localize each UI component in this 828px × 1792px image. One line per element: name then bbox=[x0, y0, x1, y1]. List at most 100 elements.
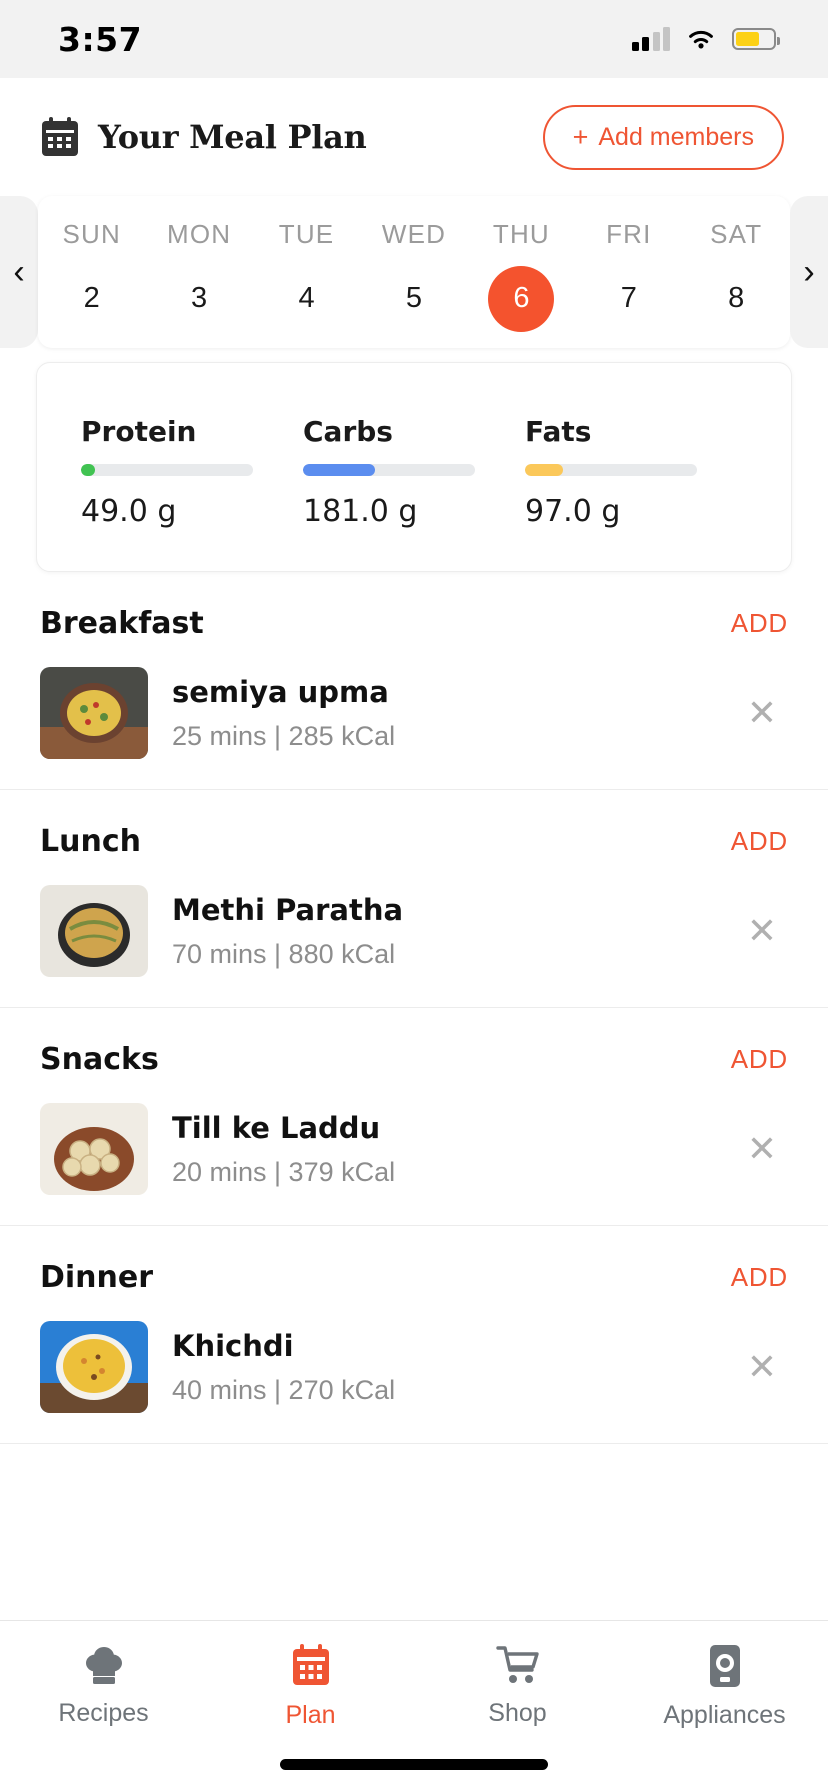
status-bar-indicators bbox=[631, 27, 780, 51]
tab-label: Plan bbox=[285, 1701, 336, 1729]
day-number: 4 bbox=[298, 282, 315, 314]
meal-item[interactable]: semiya upma 25 mins | 285 kCal ✕ bbox=[40, 667, 788, 759]
meal-name: Breakfast bbox=[40, 606, 204, 641]
day-of-week-label: TUE bbox=[278, 218, 335, 249]
meal-item-meta: 40 mins | 270 kCal bbox=[172, 1374, 396, 1405]
day-cell-sat[interactable]: SAT 8 bbox=[683, 196, 790, 348]
macro-progress-bar bbox=[303, 464, 475, 476]
meal-item-title: Till ke Laddu bbox=[172, 1110, 381, 1145]
day-number: 7 bbox=[620, 282, 637, 314]
macro-label: Fats bbox=[525, 415, 592, 448]
meal-item-info: Methi Paratha 70 mins | 880 kCal bbox=[172, 893, 712, 970]
add-meal-button[interactable]: ADD bbox=[731, 826, 788, 857]
status-bar-time: 3:57 bbox=[58, 19, 143, 59]
meal-thumbnail-image bbox=[40, 1321, 148, 1413]
meal-item[interactable]: Methi Paratha 70 mins | 880 kCal ✕ bbox=[40, 885, 788, 977]
page-title: Your Meal Plan bbox=[98, 118, 367, 156]
previous-week-button[interactable]: ‹ bbox=[0, 196, 38, 348]
calendar-icon bbox=[289, 1643, 333, 1689]
day-cell-wed[interactable]: WED 5 bbox=[360, 196, 467, 348]
day-of-week-label: SAT bbox=[710, 218, 763, 249]
day-number: 3 bbox=[191, 282, 208, 314]
macro-value: 181.0 g bbox=[303, 494, 418, 529]
meal-name: Snacks bbox=[40, 1042, 159, 1077]
meal-item-info: Till ke Laddu 20 mins | 379 kCal bbox=[172, 1111, 712, 1188]
header-title-group: Your Meal Plan bbox=[40, 116, 367, 158]
day-number: 5 bbox=[405, 282, 423, 314]
macro-value: 49.0 g bbox=[81, 494, 177, 529]
shopping-cart-icon bbox=[495, 1643, 541, 1687]
macro-value: 97.0 g bbox=[525, 494, 621, 529]
add-meal-button[interactable]: ADD bbox=[731, 1044, 788, 1075]
week-days-list: SUN 2 MON 3 TUE 4 WED 5 THU 6 FRI 7 SAT 8 bbox=[38, 196, 790, 348]
meal-item[interactable]: Till ke Laddu 20 mins | 379 kCal ✕ bbox=[40, 1103, 788, 1195]
tab-appliances[interactable]: Appliances bbox=[621, 1643, 828, 1730]
wifi-icon bbox=[689, 30, 713, 48]
day-of-week-label: WED bbox=[381, 218, 447, 249]
meal-item-title: Methi Paratha bbox=[172, 892, 404, 927]
status-bar: 3:57 bbox=[0, 0, 828, 78]
meal-name: Dinner bbox=[40, 1260, 154, 1295]
meal-thumbnail-image bbox=[40, 885, 148, 977]
macros-summary-card: Protein 49.0 g Carbs 181.0 g Fats 97.0 g bbox=[36, 362, 792, 572]
add-meal-button[interactable]: ADD bbox=[731, 1262, 788, 1293]
plus-icon: + bbox=[572, 121, 589, 152]
tab-recipes[interactable]: Recipes bbox=[0, 1643, 207, 1728]
chef-hat-icon bbox=[81, 1643, 127, 1687]
meal-item-info: Khichdi 40 mins | 270 kCal bbox=[172, 1329, 712, 1406]
macro-progress-bar bbox=[525, 464, 697, 476]
day-of-week-label: SUN bbox=[62, 218, 121, 249]
meal-item[interactable]: Khichdi 40 mins | 270 kCal ✕ bbox=[40, 1321, 788, 1413]
battery-icon bbox=[732, 28, 780, 50]
macro-progress-bar bbox=[81, 464, 253, 476]
meal-section-breakfast: Breakfast ADD semiya upma 25 mins | 285 kCa… bbox=[0, 572, 828, 790]
meal-item-meta: 70 mins | 880 kCal bbox=[172, 938, 396, 969]
cellular-signal-icon bbox=[631, 27, 670, 51]
meal-section-header: Lunch ADD bbox=[40, 824, 788, 859]
day-of-week-label: MON bbox=[167, 218, 232, 249]
meal-section-header: Breakfast ADD bbox=[40, 606, 788, 641]
meal-section-dinner: Dinner ADD Khichdi 40 mins | 270 kCal ✕ bbox=[0, 1226, 828, 1444]
meal-item-title: semiya upma bbox=[172, 674, 389, 709]
tab-plan[interactable]: Plan bbox=[207, 1643, 414, 1730]
meal-item-info: semiya upma 25 mins | 285 kCal bbox=[172, 675, 712, 752]
macro-label: Carbs bbox=[303, 415, 393, 448]
add-members-label: Add members bbox=[598, 122, 754, 151]
day-cell-thu[interactable]: THU 6 bbox=[468, 196, 575, 348]
day-number: 8 bbox=[728, 282, 745, 314]
day-number: 6 bbox=[488, 265, 555, 332]
meal-item-meta: 20 mins | 379 kCal bbox=[172, 1156, 396, 1187]
meal-section-header: Dinner ADD bbox=[40, 1260, 788, 1295]
add-members-button[interactable]: + Add members bbox=[542, 104, 784, 170]
home-indicator bbox=[280, 1759, 548, 1770]
macro-label: Protein bbox=[81, 415, 197, 448]
meal-name: Lunch bbox=[40, 824, 141, 859]
tab-shop[interactable]: Shop bbox=[414, 1643, 621, 1728]
meal-item-title: Khichdi bbox=[172, 1328, 294, 1363]
day-cell-fri[interactable]: FRI 7 bbox=[575, 196, 682, 348]
remove-meal-icon[interactable]: ✕ bbox=[736, 1346, 788, 1388]
tab-label: Shop bbox=[488, 1699, 547, 1727]
week-calendar-strip: ‹ SUN 2 MON 3 TUE 4 WED 5 THU 6 FRI 7 SAT 8 › bbox=[0, 196, 828, 348]
next-week-button[interactable]: › bbox=[790, 196, 828, 348]
day-cell-tue[interactable]: TUE 4 bbox=[253, 196, 360, 348]
appliance-icon bbox=[706, 1643, 744, 1689]
remove-meal-icon[interactable]: ✕ bbox=[736, 1128, 788, 1170]
remove-meal-icon[interactable]: ✕ bbox=[736, 692, 788, 734]
macro-protein: Protein 49.0 g bbox=[81, 415, 303, 529]
page-header: Your Meal Plan + Add members bbox=[0, 78, 828, 196]
day-of-week-label: THU bbox=[492, 218, 550, 249]
macro-carbs: Carbs 181.0 g bbox=[303, 415, 525, 529]
meal-item-meta: 25 mins | 285 kCal bbox=[172, 720, 396, 751]
day-cell-mon[interactable]: MON 3 bbox=[145, 196, 252, 348]
day-cell-sun[interactable]: SUN 2 bbox=[38, 196, 145, 348]
add-meal-button[interactable]: ADD bbox=[731, 608, 788, 639]
tab-label: Appliances bbox=[663, 1701, 786, 1729]
meal-section-header: Snacks ADD bbox=[40, 1042, 788, 1077]
remove-meal-icon[interactable]: ✕ bbox=[736, 910, 788, 952]
meal-thumbnail-image bbox=[40, 667, 148, 759]
calendar-icon bbox=[42, 117, 78, 156]
meal-section-snacks: Snacks ADD Till ke Laddu 20 mins | 379 kCal… bbox=[0, 1008, 828, 1226]
tab-label: Recipes bbox=[58, 1699, 149, 1727]
meal-thumbnail-image bbox=[40, 1103, 148, 1195]
